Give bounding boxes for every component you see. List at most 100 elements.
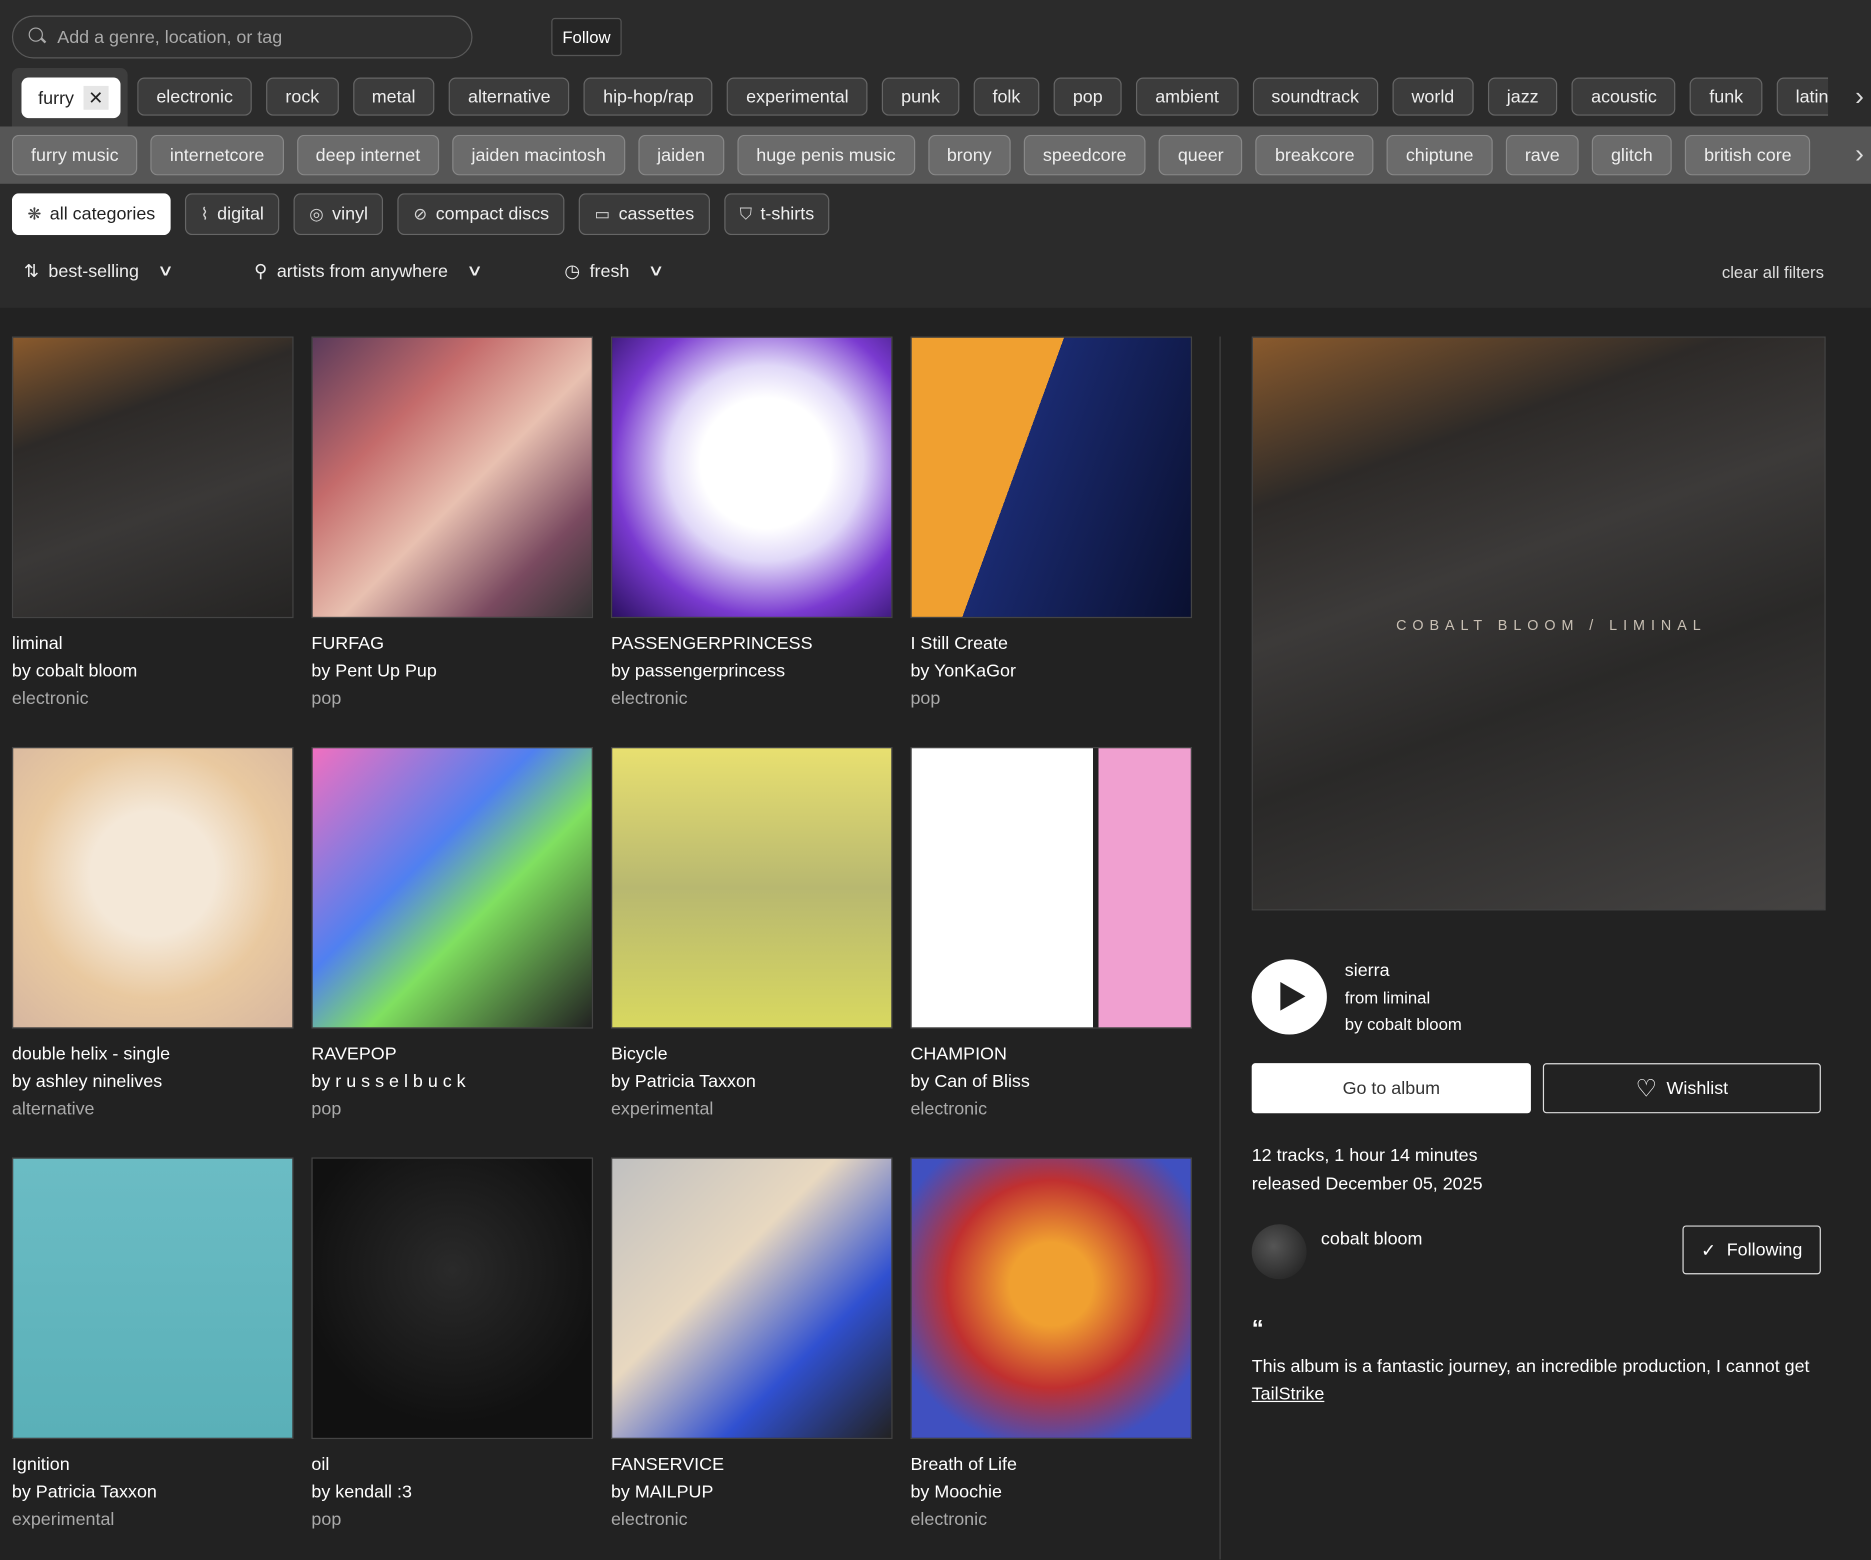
related-tag[interactable]: rave [1505, 134, 1579, 176]
genre-tag[interactable]: metal [352, 77, 435, 116]
active-tag-furry[interactable]: furry ✕ [21, 77, 121, 119]
album-card[interactable]: I Still Create by YonKaGor pop [910, 336, 1193, 712]
album-title[interactable]: Breath of Life [910, 1451, 1192, 1478]
featured-album-art[interactable]: COBALT BLOOM / LIMINAL [1251, 336, 1826, 911]
play-button[interactable] [1251, 959, 1327, 1035]
album-art[interactable] [311, 336, 594, 619]
track-title[interactable]: sierra [1345, 961, 1390, 981]
genre-tag[interactable]: hip-hop/rap [584, 77, 713, 116]
album-artist[interactable]: by Patricia Taxxon [12, 1478, 294, 1505]
album-title[interactable]: FANSERVICE [611, 1451, 893, 1478]
album-art[interactable] [11, 336, 294, 619]
genre-tag[interactable]: alternative [448, 77, 570, 116]
album-artist[interactable]: by Pent Up Pup [311, 657, 593, 684]
related-tag[interactable]: furry music [11, 134, 138, 176]
album-artist[interactable]: by Patricia Taxxon [611, 1068, 893, 1095]
chevron-right-icon[interactable]: › [1855, 138, 1864, 169]
album-card[interactable]: Bicycle by Patricia Taxxon experimental [610, 746, 893, 1123]
album-title[interactable]: Ignition [12, 1451, 294, 1478]
album-title[interactable]: Bicycle [611, 1041, 893, 1068]
genre-tag[interactable]: soundtrack [1252, 77, 1379, 116]
album-card[interactable]: Ignition by Patricia Taxxon experimental [11, 1157, 294, 1533]
album-artist[interactable]: by cobalt bloom [12, 657, 294, 684]
album-title[interactable]: CHAMPION [910, 1041, 1192, 1068]
album-art[interactable] [311, 746, 594, 1029]
album-card[interactable]: double helix - single by ashley ninelives… [11, 746, 294, 1123]
related-tag[interactable]: jaiden macintosh [452, 134, 625, 176]
genre-tag[interactable]: latin [1776, 77, 1829, 116]
album-artist[interactable]: by ashley ninelives [12, 1068, 294, 1095]
album-card[interactable]: FANSERVICE by MAILPUP electronic [610, 1157, 893, 1533]
genre-tag[interactable]: experimental [727, 77, 868, 116]
album-artist[interactable]: by r u s s e l b u c k [311, 1068, 593, 1095]
album-card[interactable]: Breath of Life by Moochie electronic [910, 1157, 1193, 1533]
album-title[interactable]: PASSENGERPRINCESS [611, 630, 893, 657]
genre-tag[interactable]: jazz [1487, 77, 1558, 116]
album-art[interactable] [910, 1157, 1193, 1440]
track-album[interactable]: from liminal [1345, 988, 1430, 1007]
album-artist[interactable]: by passengerprincess [611, 657, 893, 684]
genre-tag[interactable]: funk [1690, 77, 1763, 116]
album-art[interactable] [610, 746, 893, 1029]
following-button[interactable]: ✓ Following [1682, 1225, 1821, 1275]
genre-tag[interactable]: rock [266, 77, 339, 116]
genre-tag[interactable]: acoustic [1572, 77, 1676, 116]
close-icon[interactable]: ✕ [83, 85, 109, 110]
album-art[interactable] [910, 746, 1193, 1029]
album-title[interactable]: FURFAG [311, 630, 593, 657]
track-artist[interactable]: by cobalt bloom [1345, 1014, 1462, 1033]
related-tag[interactable]: glitch [1591, 134, 1672, 176]
category-cassettes[interactable]: ▭ cassettes [578, 193, 710, 236]
related-tag[interactable]: breakcore [1255, 134, 1374, 176]
related-tag[interactable]: deep internet [296, 134, 440, 176]
genre-tag[interactable]: electronic [137, 77, 253, 116]
category-compact-discs[interactable]: ⊘ compact discs [397, 193, 565, 236]
sort-dropdown[interactable]: ⇅ best-selling ∨ [24, 260, 175, 282]
follow-button[interactable]: Follow [551, 17, 622, 57]
album-art[interactable] [311, 1157, 594, 1440]
reviewer-link[interactable]: TailStrike [1252, 1384, 1325, 1404]
album-art[interactable] [910, 336, 1193, 619]
album-card[interactable]: RAVEPOP by r u s s e l b u c k pop [311, 746, 594, 1123]
wishlist-button[interactable]: ♡ Wishlist [1542, 1063, 1821, 1114]
album-artist[interactable]: by Moochie [910, 1478, 1192, 1505]
chevron-right-icon[interactable]: › [1855, 81, 1864, 112]
genre-tag[interactable]: world [1392, 77, 1474, 116]
category-t-shirts[interactable]: ⛉ t-shirts [724, 193, 830, 236]
album-artist[interactable]: by MAILPUP [611, 1478, 893, 1505]
category-all-categories[interactable]: ❋ all categories [11, 193, 171, 236]
album-title[interactable]: I Still Create [910, 630, 1192, 657]
artist-name[interactable]: cobalt bloom [1321, 1229, 1423, 1249]
clear-all-filters-link[interactable]: clear all filters [1722, 263, 1824, 282]
related-tag[interactable]: brony [927, 134, 1011, 176]
album-art[interactable] [610, 336, 893, 619]
album-title[interactable]: RAVEPOP [311, 1041, 593, 1068]
genre-tag[interactable]: folk [973, 77, 1040, 116]
genre-tag[interactable]: punk [882, 77, 960, 116]
category-digital[interactable]: ⌇ digital [185, 193, 280, 236]
album-artist[interactable]: by YonKaGor [910, 657, 1192, 684]
go-to-album-button[interactable]: Go to album [1251, 1063, 1531, 1114]
related-tag[interactable]: huge penis music [737, 134, 915, 176]
search-input[interactable]: Add a genre, location, or tag [11, 15, 473, 59]
album-title[interactable]: oil [311, 1451, 593, 1478]
album-title[interactable]: liminal [12, 630, 294, 657]
location-dropdown[interactable]: ⚲ artists from anywhere ∨ [254, 260, 483, 282]
related-tag[interactable]: jaiden [638, 134, 725, 176]
album-card[interactable]: PASSENGERPRINCESS by passengerprincess ele… [610, 336, 893, 712]
related-tag[interactable]: queer [1158, 134, 1243, 176]
album-title[interactable]: double helix - single [12, 1041, 294, 1068]
genre-tag[interactable]: pop [1053, 77, 1122, 116]
album-artist[interactable]: by kendall :3 [311, 1478, 593, 1505]
genre-tag[interactable]: ambient [1136, 77, 1239, 116]
album-art[interactable] [11, 1157, 294, 1440]
album-art[interactable] [610, 1157, 893, 1440]
album-card[interactable]: liminal by cobalt bloom electronic [11, 336, 294, 712]
related-tag[interactable]: internetcore [150, 134, 284, 176]
artist-avatar[interactable] [1251, 1224, 1307, 1280]
album-card[interactable]: CHAMPION by Can of Bliss electronic [910, 746, 1193, 1123]
time-dropdown[interactable]: ◷ fresh ∨ [564, 260, 665, 282]
related-tag[interactable]: chiptune [1386, 134, 1493, 176]
album-art[interactable] [11, 746, 294, 1029]
album-card[interactable]: oil by kendall :3 pop [311, 1157, 594, 1533]
